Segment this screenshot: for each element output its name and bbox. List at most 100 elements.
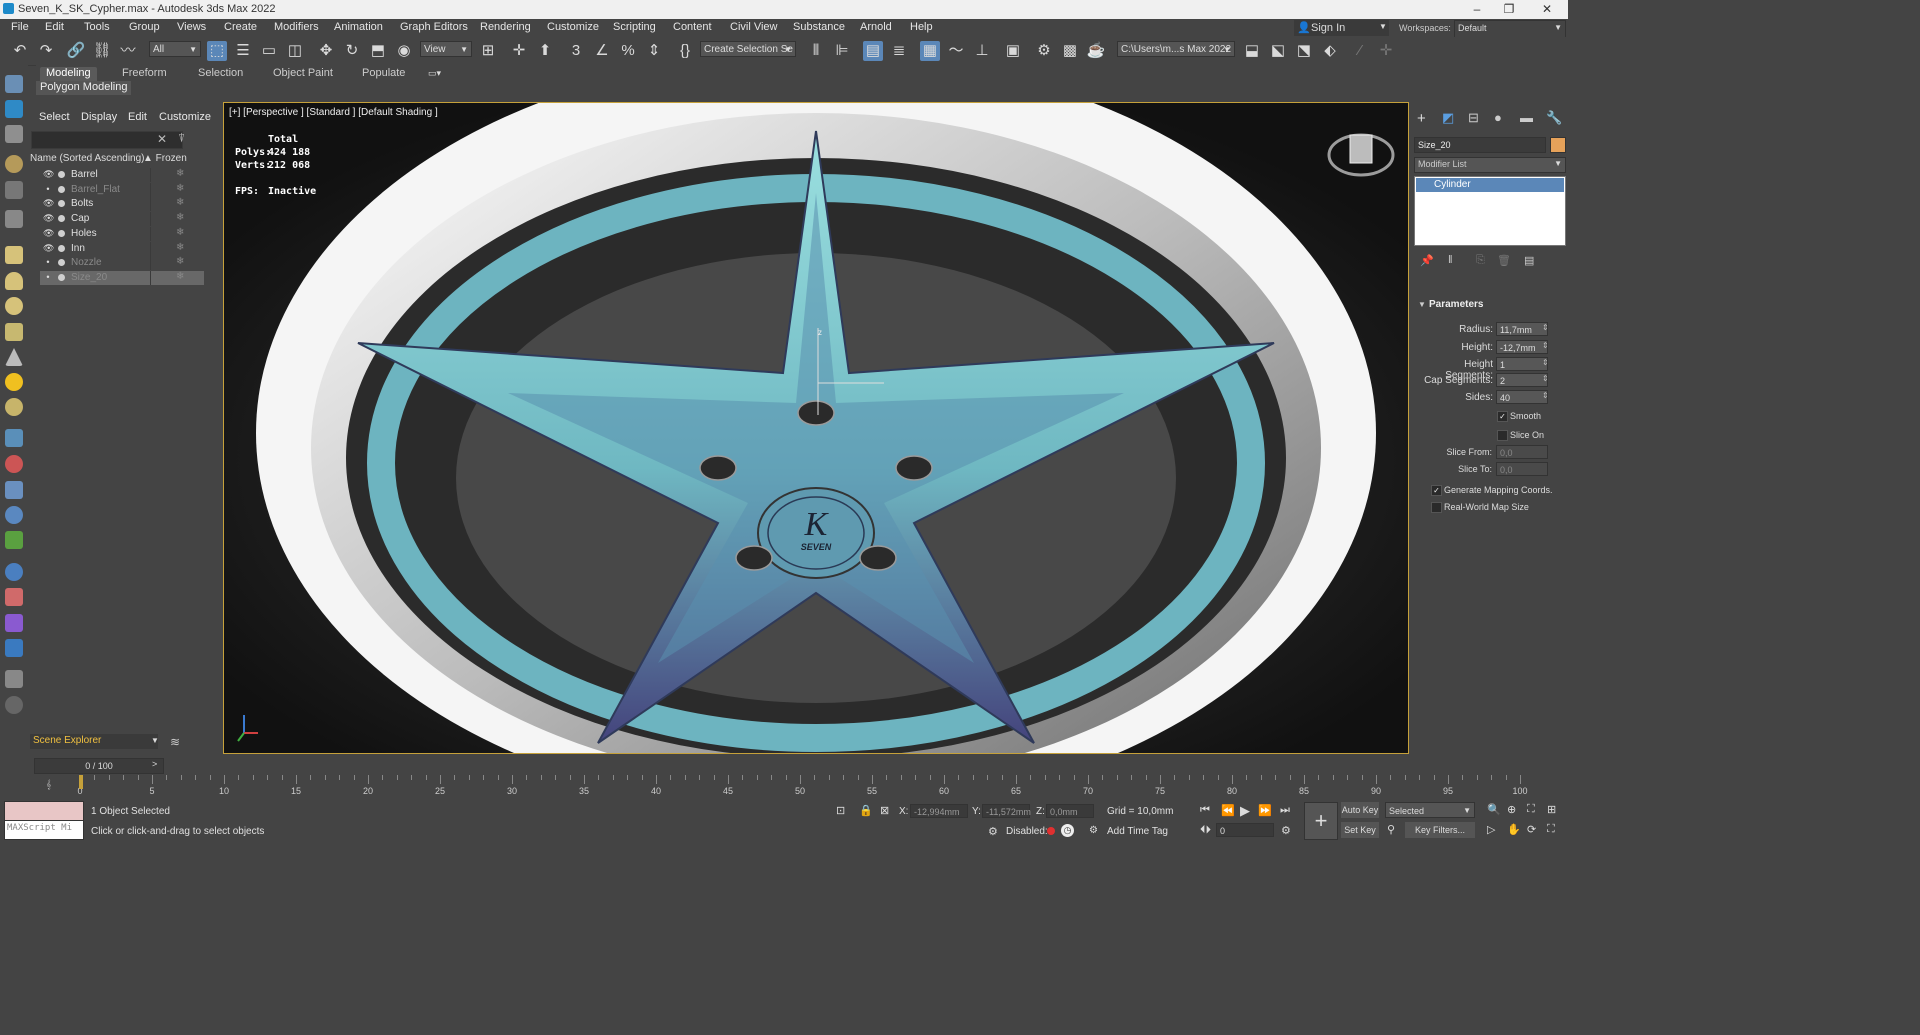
gen-mapping-checkbox[interactable]: ✓ [1431,485,1442,496]
menu-file[interactable]: File [11,21,29,33]
menu-animation[interactable]: Animation [334,21,383,33]
freeze-icon[interactable]: ❄ [176,227,184,238]
field-of-view-icon[interactable]: ▷ [1487,823,1495,836]
prev-frame-button-icon[interactable]: ⏪ [1221,804,1235,817]
render-setup-icon[interactable]: ⚙ [1034,41,1054,61]
play-icon[interactable]: ▶ [1240,803,1250,819]
menu-civil-view[interactable]: Civil View [730,21,777,33]
teapot-icon[interactable] [5,75,23,93]
select-manipulate-icon[interactable]: ✛ [509,41,529,61]
scale-icon[interactable]: ⬒ [368,41,388,61]
menu-rendering[interactable]: Rendering [480,21,531,33]
show-end-result-icon[interactable]: ‖ [1448,254,1453,266]
pin-stack-icon[interactable]: 📌 [1420,254,1434,267]
display-tab-icon[interactable]: ▬ [1520,110,1533,125]
clear-search-icon[interactable]: ✕ [157,132,167,146]
parameters-rollout-title[interactable]: Parameters [1429,299,1483,310]
perspective-viewport[interactable]: SEVEN K z [+] [Perspective ] [Standard ]… [223,102,1409,754]
object-name-field[interactable]: Size_20 [1414,137,1546,153]
eye-hidden-icon[interactable]: • [43,257,53,267]
explorer-menu-select[interactable]: Select [39,111,70,123]
modify-tab-icon[interactable]: ◩ [1442,110,1454,126]
key-mode-dropdown[interactable]: Selected ▼ [1385,802,1475,818]
column-name-header[interactable]: Name (Sorted Ascending) [30,153,145,164]
adaptive-degradation-icon[interactable]: ⚙ [988,825,998,838]
maximize-button[interactable]: ❐ [1494,1,1524,17]
curve-editor-icon[interactable]: 〜 [946,41,966,61]
menu-content[interactable]: Content [673,21,712,33]
window-crossing-icon[interactable]: ◫ [285,41,305,61]
tab-selection[interactable]: Selection [192,67,249,81]
x-coord-field[interactable]: -12,994mm [910,804,968,818]
explorer-row[interactable]: • Size_20 ❄ [40,270,204,285]
slice-on-checkbox[interactable] [1497,430,1508,441]
selection-filter-dropdown[interactable]: All ▼ [149,41,201,57]
bind-spacewarp-icon[interactable]: 〰 [118,41,138,61]
menu-customize[interactable]: Customize [547,21,599,33]
menu-edit[interactable]: Edit [45,21,64,33]
link-icon[interactable]: 🔗 [66,41,86,61]
layers-icon[interactable]: ≋ [170,735,180,749]
rotate-icon[interactable]: ↻ [342,41,362,61]
param-field[interactable]: 40 [1496,390,1548,404]
tab-object-paint[interactable]: Object Paint [267,67,339,81]
create-panel-icon[interactable] [5,100,23,118]
angle-snap-icon[interactable]: ∠ [592,41,612,61]
param-field[interactable]: 2 [1496,373,1548,387]
minimize-button[interactable]: – [1462,1,1492,17]
place-icon[interactable]: ◉ [394,41,414,61]
param-field[interactable]: 1 [1496,357,1548,371]
redo-icon[interactable]: ↷ [36,41,56,61]
set-key-button[interactable]: Set Key [1341,822,1379,838]
container-icon[interactable]: ⬕ [1268,41,1288,61]
curve-editor-mini-icon[interactable]: 𝄞 [46,779,51,790]
explorer-menu-edit[interactable]: Edit [128,111,147,123]
snaps-toggle-icon[interactable]: 3 [566,41,586,61]
spinner-icon[interactable]: ⇕ [1542,341,1549,350]
eye-icon[interactable]: 👁 [43,228,54,238]
eye-icon[interactable]: 👁 [43,243,54,253]
torus-icon[interactable] [5,398,23,416]
help-icon[interactable] [5,696,23,714]
workspace-dropdown[interactable]: Default ▼ [1454,20,1566,38]
named-selection-dropdown[interactable]: Create Selection Se ▼ [700,41,796,57]
eye-icon[interactable]: 👁 [43,198,54,208]
maxscript-listener-top[interactable] [4,801,84,821]
explorer-row[interactable]: 👁 Bolts ❄ [40,197,204,212]
key-mode-icon[interactable]: ⏴⏵ [1200,824,1211,837]
sun-icon[interactable] [5,373,23,391]
environment-icon[interactable] [5,639,23,657]
add-time-tag[interactable]: Add Time Tag [1107,826,1168,837]
open-explorer-icon[interactable]: ⬓ [1242,41,1262,61]
menu-substance[interactable]: Substance [793,21,845,33]
filter-icon[interactable]: ⍒ [178,131,185,146]
pan-icon[interactable]: ✋ [1507,823,1521,836]
maximize-viewport-icon[interactable]: ⛶ [1547,823,1555,836]
eye-icon[interactable]: 👁 [43,169,54,179]
isolate-icon[interactable]: ⊡ [836,804,845,817]
move-icon[interactable]: ✥ [316,41,336,61]
spinner-icon[interactable]: ⇕ [1542,358,1549,367]
freeze-icon[interactable]: ❄ [176,183,184,194]
menu-scripting[interactable]: Scripting [613,21,656,33]
menu-arnold[interactable]: Arnold [860,21,892,33]
explorer-row[interactable]: 👁 Holes ❄ [40,226,204,241]
stack-item-cylinder[interactable]: Cylinder [1416,178,1564,192]
absolute-mode-icon[interactable]: ⊠ [880,804,889,817]
motion-tab-icon[interactable]: ● [1494,110,1502,125]
utilities-tab-icon[interactable]: 🔧 [1546,110,1562,126]
eye-hidden-icon[interactable]: • [43,184,53,194]
helper-icon[interactable] [5,210,23,228]
eye-hidden-icon[interactable]: • [43,272,53,282]
keyboard-shortcut-icon[interactable]: ⬆ [535,41,555,61]
y-coord-field[interactable]: -11,572mm [982,804,1031,818]
column-frozen-header[interactable]: ▲ Frozen [143,153,187,164]
spinner-icon[interactable]: ⇕ [1542,374,1549,383]
explorer-row[interactable]: • Nozzle ❄ [40,256,204,271]
edit-named-sets-icon[interactable]: {} [675,41,695,61]
layer-explorer-icon[interactable]: ≣ [889,41,909,61]
menu-graph-editors[interactable]: Graph Editors [400,21,468,33]
freeze-icon[interactable]: ❄ [176,212,184,223]
ribbon-options-icon[interactable]: ▭▾ [428,68,441,79]
explorer-menu-customize[interactable]: Customize [159,111,211,123]
